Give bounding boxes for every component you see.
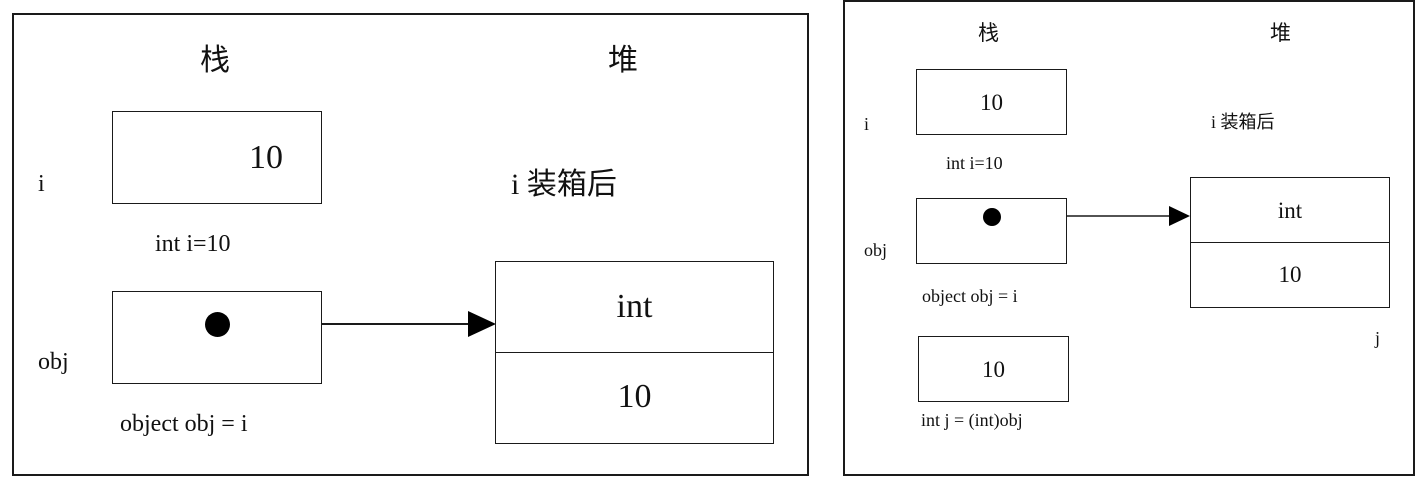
boxing-note: i 装箱后 bbox=[511, 168, 617, 201]
heap-object-box: int 10 bbox=[1190, 177, 1390, 308]
caption-object-obj: object obj = i bbox=[922, 286, 1018, 306]
caption-int-j: int j = (int)obj bbox=[921, 410, 1023, 430]
stack-value-i: 10 bbox=[980, 89, 1003, 115]
var-obj-label: obj bbox=[38, 349, 69, 375]
heap-type-cell: int bbox=[496, 262, 773, 353]
reference-arrow-head bbox=[1169, 206, 1190, 226]
caption-int-i: int i=10 bbox=[155, 231, 231, 257]
heap-value-cell: 10 bbox=[617, 378, 652, 415]
heap-type-cell: int bbox=[1191, 178, 1389, 243]
var-obj-label: obj bbox=[864, 240, 888, 260]
unboxing-diagram: 栈 堆 i 10 int i=10 i 装箱后 obj object obj =… bbox=[843, 0, 1415, 476]
var-i-label: i bbox=[38, 171, 45, 197]
stack-box-obj bbox=[112, 291, 322, 384]
reference-dot bbox=[983, 208, 1001, 226]
stack-value-j: 10 bbox=[982, 356, 1005, 382]
var-j-label: j bbox=[1375, 328, 1381, 348]
heap-header: 堆 bbox=[1270, 21, 1291, 45]
stack-header: 栈 bbox=[200, 44, 230, 77]
heap-object-box: int 10 bbox=[495, 261, 774, 444]
var-i-label: i bbox=[864, 114, 870, 134]
reference-arrow-head bbox=[468, 311, 496, 337]
boxing-diagram: 栈 堆 i 10 int i=10 i 装箱后 obj object obj =… bbox=[12, 13, 809, 476]
stack-box-j: 10 bbox=[918, 336, 1069, 402]
heap-value-cell: 10 bbox=[1278, 261, 1302, 287]
stack-value-i: 10 bbox=[249, 138, 283, 176]
caption-object-obj: object obj = i bbox=[120, 411, 248, 437]
stack-box-i: 10 bbox=[916, 69, 1067, 135]
stack-header: 栈 bbox=[978, 21, 999, 45]
boxing-note: i 装箱后 bbox=[1211, 112, 1275, 132]
stack-box-i: 10 bbox=[112, 111, 322, 204]
reference-dot bbox=[205, 312, 230, 337]
heap-header: 堆 bbox=[608, 44, 638, 77]
caption-int-i: int i=10 bbox=[946, 153, 1003, 173]
